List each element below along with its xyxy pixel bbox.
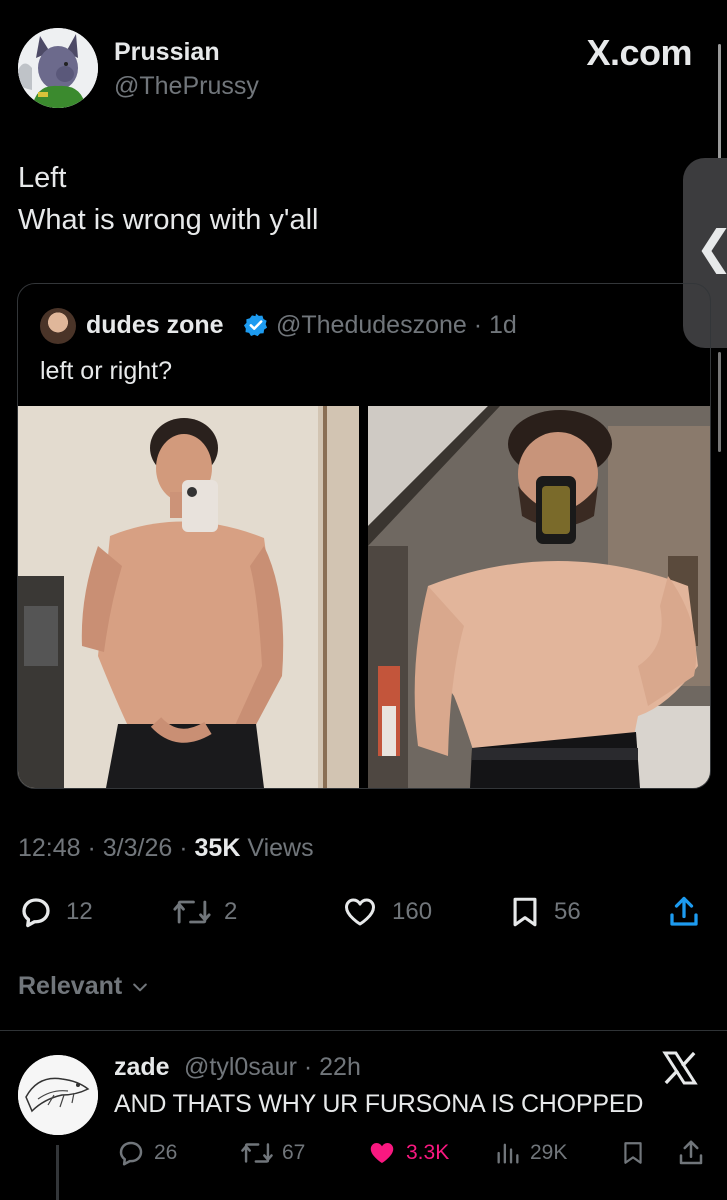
- divider: [0, 1030, 727, 1031]
- reply-author-handle[interactable]: @tyl0saur: [184, 1053, 297, 1081]
- separator-dot: ·: [466, 311, 490, 339]
- x-logo-icon: [660, 1048, 700, 1088]
- reply-handle-line[interactable]: @tyl0saur · 22h: [184, 1053, 361, 1082]
- photo-right[interactable]: [368, 406, 710, 788]
- views-icon: [497, 1143, 519, 1164]
- share-icon: [679, 1140, 703, 1165]
- quote-author-name[interactable]: dudes zone: [86, 311, 224, 340]
- reply-bookmark-button[interactable]: [620, 1138, 646, 1168]
- tweet-time: 12:48: [18, 834, 81, 862]
- tweet-text-line-2: What is wrong with y'all: [18, 204, 319, 236]
- author-name[interactable]: Prussian: [114, 38, 220, 67]
- quote-avatar[interactable]: [40, 308, 76, 344]
- bookmark-count: 56: [554, 898, 581, 925]
- share-icon: [670, 896, 698, 926]
- bookmark-button[interactable]: 56: [508, 894, 581, 930]
- reply-share-button[interactable]: [676, 1138, 706, 1168]
- chevron-left-icon: ❮: [695, 220, 727, 274]
- reply-author-name[interactable]: zade: [114, 1053, 170, 1082]
- scroll-indicator-lower: [718, 352, 721, 452]
- scroll-indicator[interactable]: [718, 44, 721, 164]
- repost-button[interactable]: 2: [172, 894, 237, 930]
- share-button[interactable]: [666, 894, 702, 930]
- reply-reply-count: 26: [154, 1141, 178, 1164]
- reply-text: AND THATS WHY UR FURSONA IS CHOPPED: [114, 1090, 644, 1118]
- thread-line: [56, 1145, 59, 1200]
- like-icon: [345, 898, 375, 926]
- views-count: 35K: [194, 834, 241, 862]
- like-button[interactable]: 160: [340, 894, 432, 930]
- reply-avatar[interactable]: [18, 1055, 98, 1135]
- quote-author-handle[interactable]: @Thedudeszone: [276, 311, 467, 339]
- sort-label: Relevant: [18, 972, 123, 1000]
- reply-views-count: 29K: [530, 1141, 568, 1164]
- like-icon: [370, 1143, 394, 1163]
- separator-dot: ·: [172, 834, 195, 862]
- reply-views-button[interactable]: 29K: [494, 1138, 567, 1168]
- tweet-date: 3/3/26: [102, 834, 173, 862]
- author-avatar[interactable]: [18, 28, 98, 108]
- reply-age: 22h: [319, 1053, 361, 1081]
- reply-reply-button[interactable]: 26: [116, 1138, 177, 1168]
- reply-button[interactable]: 12: [18, 894, 93, 930]
- reply-like-button[interactable]: 3.3K: [366, 1138, 449, 1168]
- like-count: 160: [392, 898, 433, 925]
- chevron-down-icon: [133, 983, 148, 991]
- tweet-text-line-1: Left: [18, 162, 67, 194]
- separator-dot: ·: [80, 834, 103, 862]
- reply-icon: [119, 1141, 143, 1166]
- bookmark-icon: [513, 897, 537, 927]
- quoted-tweet-card[interactable]: dudes zone @Thedudeszone · 1d left or ri…: [17, 283, 711, 789]
- author-handle[interactable]: @ThePrussy: [114, 72, 259, 101]
- repost-icon: [241, 1143, 273, 1163]
- reply-like-count: 3.3K: [406, 1141, 450, 1164]
- sort-selector[interactable]: Relevant: [18, 972, 150, 1001]
- quote-age: 1d: [489, 311, 517, 339]
- repost-count: 2: [224, 898, 238, 925]
- bookmark-icon: [624, 1142, 642, 1164]
- separator-dot: ·: [296, 1053, 320, 1081]
- repost-icon: [173, 900, 211, 924]
- photo-left[interactable]: [18, 406, 359, 788]
- site-label: X.com: [586, 32, 692, 73]
- views-label: Views: [247, 834, 314, 862]
- quote-text: left or right?: [40, 357, 173, 385]
- reply-repost-count: 67: [282, 1141, 306, 1164]
- quote-handle-line[interactable]: @Thedudeszone · 1d: [276, 311, 517, 340]
- tweet-meta: 12:48 · 3/3/26 · 35K Views: [18, 834, 314, 863]
- reply-count: 12: [66, 898, 93, 925]
- verified-badge-icon: [243, 312, 269, 338]
- reply-icon: [22, 898, 50, 928]
- reply-repost-button[interactable]: 67: [240, 1138, 305, 1168]
